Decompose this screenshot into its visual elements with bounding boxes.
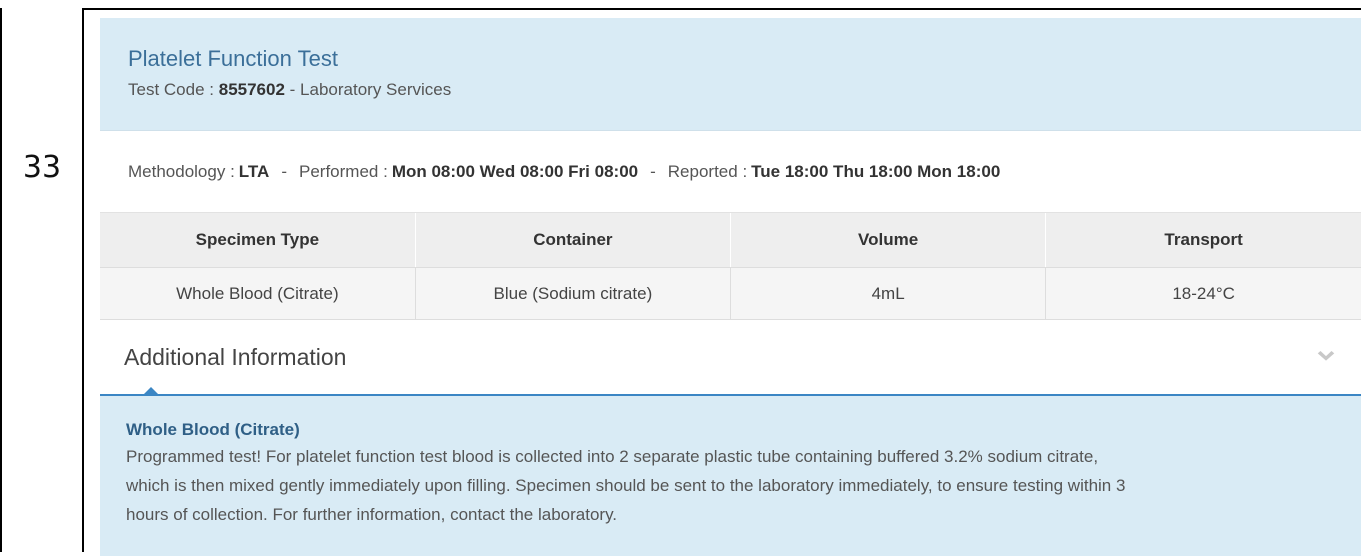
cell-volume: 4mL: [730, 267, 1047, 320]
test-code-line: Test Code : 8557602 - Laboratory Service…: [128, 79, 1333, 101]
test-header: Platelet Function Test Test Code : 85576…: [100, 18, 1361, 131]
column-header-volume: Volume: [730, 213, 1047, 268]
additional-info-title: Additional Information: [124, 343, 347, 370]
methodology-row: Methodology : LTA - Performed : Mon 08:0…: [100, 131, 1361, 213]
test-title[interactable]: Platelet Function Test: [128, 18, 1333, 73]
reported-value: Tue 18:00 Thu 18:00 Mon 18:00: [751, 161, 1001, 181]
separator: -: [281, 161, 287, 181]
additional-info-toggle[interactable]: Additional Information: [100, 320, 1361, 396]
frame-top-border: [82, 8, 1361, 10]
performed-label: Performed :: [299, 161, 388, 181]
specimen-table: Specimen Type Container Volume Transport…: [100, 213, 1361, 320]
info-text: Programmed test! For platelet function t…: [126, 447, 1126, 524]
methodology-label: Methodology :: [128, 161, 235, 181]
cell-container: Blue (Sodium citrate): [415, 267, 732, 320]
column-header-container: Container: [415, 213, 732, 268]
column-header-specimen-type: Specimen Type: [100, 213, 416, 268]
test-code-value: 8557602: [218, 80, 285, 99]
column-header-transport: Transport: [1045, 213, 1361, 268]
reported-label: Reported :: [667, 161, 748, 181]
table-row: Whole Blood (Citrate) Blue (Sodium citra…: [100, 267, 1361, 320]
cell-specimen-type: Whole Blood (Citrate): [100, 267, 416, 320]
cell-transport: 18-24°C: [1045, 267, 1361, 320]
additional-info-panel: Whole Blood (Citrate) Programmed test! F…: [100, 396, 1361, 556]
separator: -: [650, 161, 656, 181]
info-heading: Whole Blood (Citrate): [126, 420, 300, 439]
frame-left-border: [0, 8, 2, 552]
row-number: 33: [22, 150, 62, 185]
chevron-down-icon[interactable]: [1315, 346, 1337, 368]
performed-value: Mon 08:00 Wed 08:00 Fri 08:00: [391, 161, 639, 181]
table-header-row: Specimen Type Container Volume Transport: [100, 213, 1361, 268]
test-department: - Laboratory Services: [289, 80, 452, 99]
active-tab-caret: [142, 387, 160, 396]
test-code-label: Test Code :: [128, 80, 214, 99]
methodology-value: LTA: [238, 161, 270, 181]
frame-column-divider: [82, 8, 84, 552]
test-card: Platelet Function Test Test Code : 85576…: [100, 18, 1361, 556]
